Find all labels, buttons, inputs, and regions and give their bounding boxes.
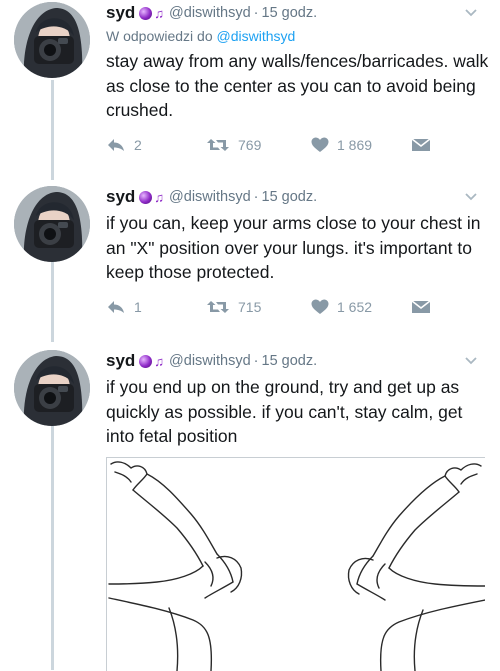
- avatar[interactable]: [14, 350, 90, 426]
- user-handle[interactable]: @diswithsyd: [169, 5, 251, 21]
- reply-icon: [108, 301, 124, 313]
- tweet-1[interactable]: syd ♫ @diswithsyd · 15 godz. W odpowiedz…: [0, 2, 500, 167]
- music-note-icon: ♫: [154, 189, 165, 205]
- envelope-icon: [411, 300, 431, 313]
- heart-icon: [311, 137, 329, 152]
- timestamp[interactable]: 15 godz.: [262, 5, 318, 21]
- tweet-header: syd ♫ @diswithsyd · 15 godz.: [106, 186, 317, 208]
- direct-message-button[interactable]: [411, 137, 431, 153]
- reply-button[interactable]: 2: [106, 137, 142, 153]
- tweet-header: syd ♫ @diswithsyd · 15 godz.: [106, 350, 317, 372]
- crystal-ball-icon: [139, 190, 153, 204]
- timestamp[interactable]: 15 godz.: [262, 189, 318, 205]
- reply-prefix: W odpowiedzi do: [106, 28, 213, 44]
- tweet-text: if you can, keep your arms close to your…: [106, 213, 481, 282]
- separator: ·: [253, 353, 259, 369]
- reply-context: W odpowiedzi do @diswithsyd: [106, 28, 295, 44]
- display-name[interactable]: syd: [106, 187, 135, 207]
- retweet-icon: [207, 301, 229, 313]
- user-handle[interactable]: @diswithsyd: [169, 189, 251, 205]
- timestamp[interactable]: 15 godz.: [262, 353, 318, 369]
- tweet-media-image[interactable]: [106, 457, 485, 671]
- chevron-down-icon[interactable]: [464, 190, 478, 204]
- avatar[interactable]: [14, 2, 90, 78]
- tweet-actions: 2 769 1 869: [106, 137, 436, 159]
- like-button[interactable]: 1 869: [311, 137, 372, 153]
- heart-icon: [311, 299, 329, 314]
- music-note-icon: ♫: [154, 353, 165, 369]
- separator: ·: [253, 5, 259, 21]
- tweet-actions: 1 715 1 652: [106, 299, 436, 321]
- chevron-down-icon[interactable]: [464, 6, 478, 20]
- chevron-down-icon[interactable]: [464, 354, 478, 368]
- tweet-text: stay away from any walls/fences/barricad…: [106, 51, 489, 120]
- tweet-2[interactable]: syd ♫ @diswithsyd · 15 godz. if you can,…: [0, 186, 500, 336]
- crystal-ball-icon: [139, 6, 153, 20]
- tweet-text: if you end up on the ground, try and get…: [106, 377, 463, 446]
- retweet-button[interactable]: 769: [206, 137, 261, 153]
- reply-icon: [108, 139, 124, 151]
- direct-message-button[interactable]: [411, 299, 431, 315]
- retweet-count: 715: [238, 299, 262, 315]
- like-count: 1 652: [337, 299, 373, 315]
- user-handle[interactable]: @diswithsyd: [169, 353, 251, 369]
- display-name[interactable]: syd: [106, 351, 135, 371]
- display-name[interactable]: syd: [106, 3, 135, 23]
- like-button[interactable]: 1 652: [311, 299, 372, 315]
- reply-count: 1: [134, 299, 142, 315]
- retweet-button[interactable]: 715: [206, 299, 261, 315]
- separator: ·: [253, 189, 259, 205]
- retweet-icon: [207, 139, 229, 151]
- crystal-ball-icon: [139, 354, 153, 368]
- like-count: 1 869: [337, 137, 373, 153]
- tweet-header: syd ♫ @diswithsyd · 15 godz.: [106, 2, 317, 24]
- avatar[interactable]: [14, 186, 90, 262]
- reply-button[interactable]: 1: [106, 299, 142, 315]
- retweet-count: 769: [238, 137, 262, 153]
- music-note-icon: ♫: [154, 5, 165, 21]
- reply-to-link[interactable]: @diswithsyd: [217, 28, 296, 44]
- reply-count: 2: [134, 137, 142, 153]
- envelope-icon: [411, 138, 431, 151]
- fetal-position-illustration: [108, 461, 485, 671]
